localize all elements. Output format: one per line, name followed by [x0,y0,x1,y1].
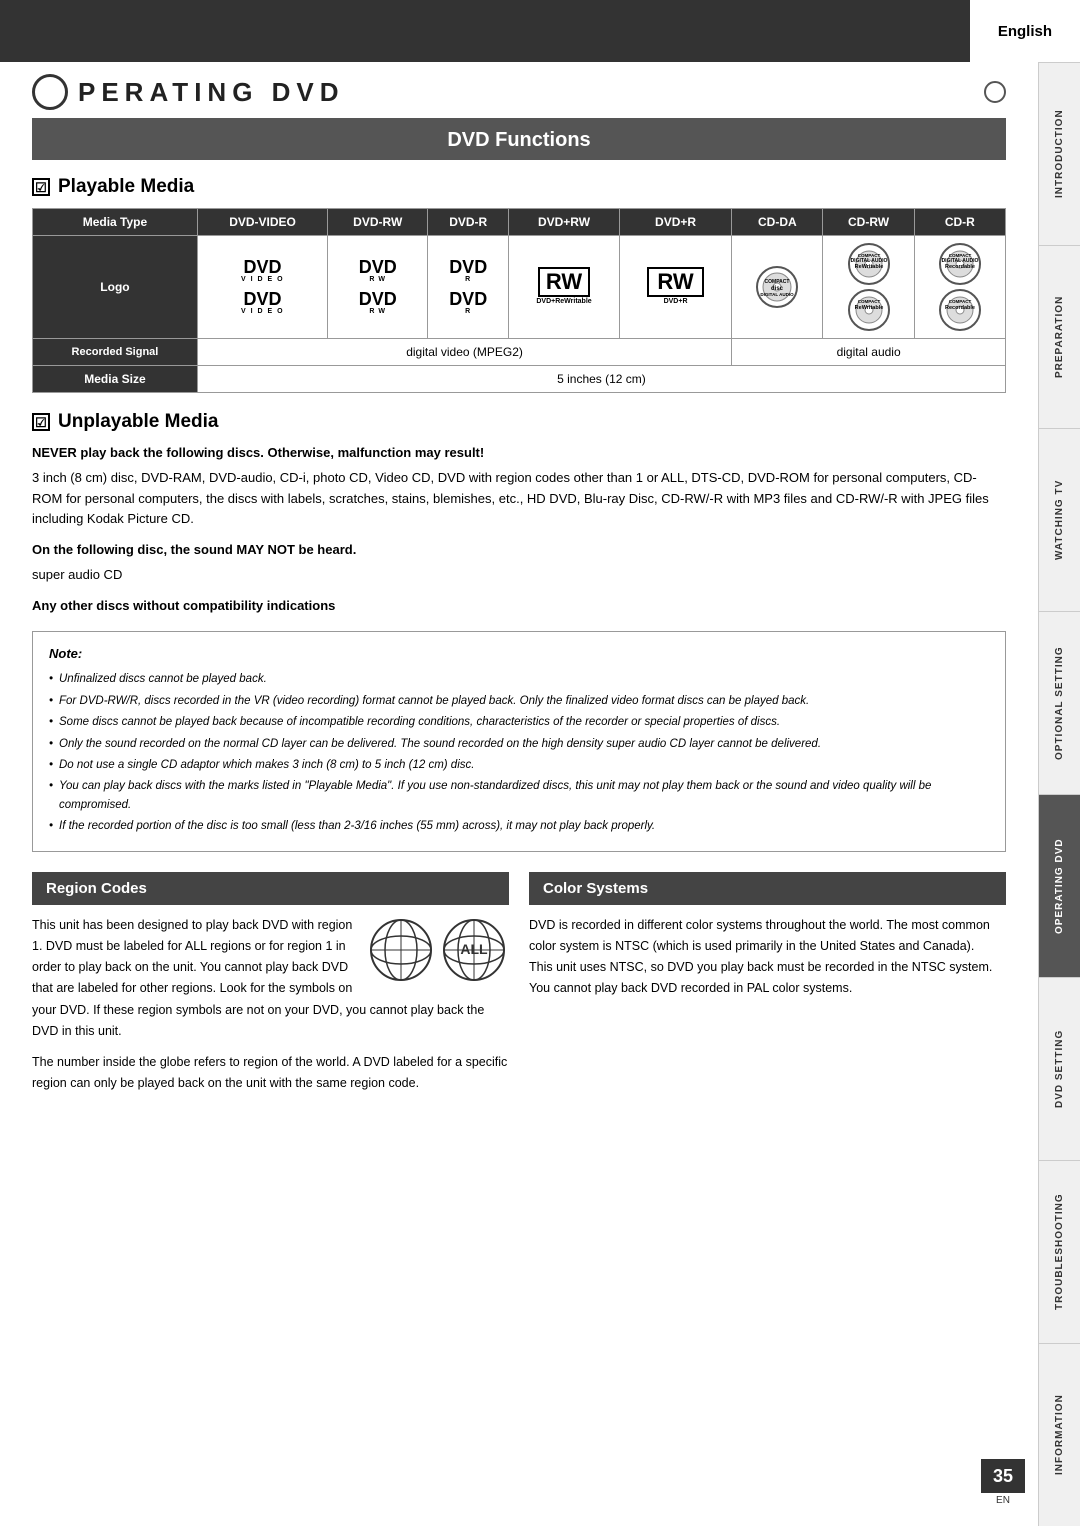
other-bold: Any other discs without compatibility in… [32,596,1006,617]
sidebar-tab-operating-dvd: OPERATING DVD [1039,794,1080,977]
note-item-4: Only the sound recorded on the normal CD… [49,735,989,753]
note-item-7: If the recorded portion of the disc is t… [49,817,989,835]
unplayable-warning-bold: NEVER play back the following discs. Oth… [32,443,1006,464]
dvdplus-r-logo: RW DVD+R [619,236,731,339]
page-num-box: 35 [981,1459,1025,1493]
region-codes-body: ALL This unit has been designed to play … [32,915,509,1095]
dvd-video-logo: DVD V I D E O DVD V I D E O [197,236,327,339]
unplayable-media-title: ☑ Unplayable Media [32,411,1006,433]
language-badge: English [970,0,1080,62]
note-item-2: For DVD-RW/R, discs recorded in the VR (… [49,692,989,710]
cd-recorded-signal: digital audio [732,339,1006,366]
sidebar-tab-information: INFORMATION [1039,1343,1080,1526]
region-codes-header: Region Codes [32,872,509,905]
media-size-header: Media Size [33,366,198,393]
note-title: Note: [49,644,989,665]
svg-text:Recordable: Recordable [945,305,975,311]
unplayable-media-body: NEVER play back the following discs. Oth… [32,443,1006,617]
col-cd-rw: CD-RW [823,209,914,236]
dvd-rw-logo: DVD R W DVD R W [328,236,428,339]
col-dvdplus-rw: DVD+RW [509,209,620,236]
note-box: Note: Unfinalized discs cannot be played… [32,631,1006,852]
main-content: PERATING DVD DVD Functions ☑ Playable Me… [0,62,1038,1135]
color-systems-header: Color Systems [529,872,1006,905]
svg-text:Recordable: Recordable [945,264,975,270]
recorded-signal-header: Recorded Signal [33,339,198,366]
page-title: PERATING DVD [78,77,345,108]
note-item-5: Do not use a single CD adaptor which mak… [49,756,989,774]
svg-text:ReWritable: ReWritable [854,264,883,270]
top-bar: English [0,0,1080,62]
col-cd-da: CD-DA [732,209,823,236]
color-systems-column: Color Systems DVD is recorded in differe… [529,872,1006,1095]
sidebar-tab-preparation: PREPARATION [1039,245,1080,428]
sidebar-tab-optional-setting: OPTIONAL SETTING [1039,611,1080,794]
sidebar-tab-introduction: INTRODUCTION [1039,62,1080,245]
bottom-columns: Region Codes [32,872,1006,1095]
svg-text:ReWritable: ReWritable [854,305,883,311]
page-title-bar: PERATING DVD [32,62,1006,121]
region-codes-column: Region Codes [32,872,509,1095]
col-dvd-r: DVD-R [428,209,509,236]
dvd-recorded-signal: digital video (MPEG2) [197,339,731,366]
page-title-circle [32,74,68,110]
globe-icon-2: ALL [439,915,509,985]
page-number: 35 EN [981,1459,1025,1506]
region-codes-footer: The number inside the globe refers to re… [32,1052,509,1095]
checkbox-icon-2: ☑ [32,413,50,431]
cd-r-logo: COMPACT DIGITAL AUDIO Recordable COMPACT… [914,236,1005,339]
note-item-3: Some discs cannot be played back because… [49,713,989,731]
checkbox-icon: ☑ [32,178,50,196]
media-size-value: 5 inches (12 cm) [197,366,1005,393]
note-item-1: Unfinalized discs cannot be played back. [49,670,989,688]
cd-rw-logo: COMPACT DIGITAL AUDIO ReWritable COMPACT… [823,236,914,339]
media-table: Media Type DVD-VIDEO DVD-RW DVD-R DVD+RW… [32,208,1006,393]
color-systems-text: DVD is recorded in different color syste… [529,915,1006,1000]
svg-text:COMPACT: COMPACT [857,299,880,304]
col-dvd-video: DVD-VIDEO [197,209,327,236]
col-cd-r: CD-R [914,209,1005,236]
page-title-right-circle [984,81,1006,103]
note-list: Unfinalized discs cannot be played back.… [49,670,989,835]
svg-text:ALL: ALL [460,941,488,957]
section-header: DVD Functions [32,121,1006,160]
dvdplus-rw-logo: RW DVD+ReWritable [509,236,620,339]
unplayable-warning-text: 3 inch (8 cm) disc, DVD-RAM, DVD-audio, … [32,468,1006,530]
globe-icons: ALL [366,915,509,992]
note-item-6: You can play back discs with the marks l… [49,777,989,814]
svg-text:COMPACT: COMPACT [765,279,790,285]
sidebar-tab-watching-tv: WATCHING TV [1039,428,1080,611]
col-dvd-rw: DVD-RW [328,209,428,236]
col-media-type: Media Type [33,209,198,236]
sidebar-tab-troubleshooting: TROUBLESHOOTING [1039,1160,1080,1343]
svg-text:DIGITAL AUDIO: DIGITAL AUDIO [761,292,795,297]
svg-text:COMPACT: COMPACT [949,299,972,304]
col-dvdplus-r: DVD+R [619,209,731,236]
globe-icon-1 [366,915,436,985]
right-sidebar: INTRODUCTION PREPARATION WATCHING TV OPT… [1038,62,1080,1526]
sidebar-tab-dvd-setting: DVD SETTING [1039,977,1080,1160]
logo-row-header: Logo [33,236,198,339]
playable-media-title: ☑ Playable Media [32,176,1006,198]
dvd-r-logo: DVD R DVD R [428,236,509,339]
sound-warning-bold: On the following disc, the sound MAY NOT… [32,540,1006,561]
color-systems-body: DVD is recorded in different color syste… [529,915,1006,1000]
sound-warning-text: super audio CD [32,565,1006,586]
cd-da-logo: COMPACT disc DIGITAL AUDIO [732,236,823,339]
page-lang: EN [981,1495,1025,1506]
